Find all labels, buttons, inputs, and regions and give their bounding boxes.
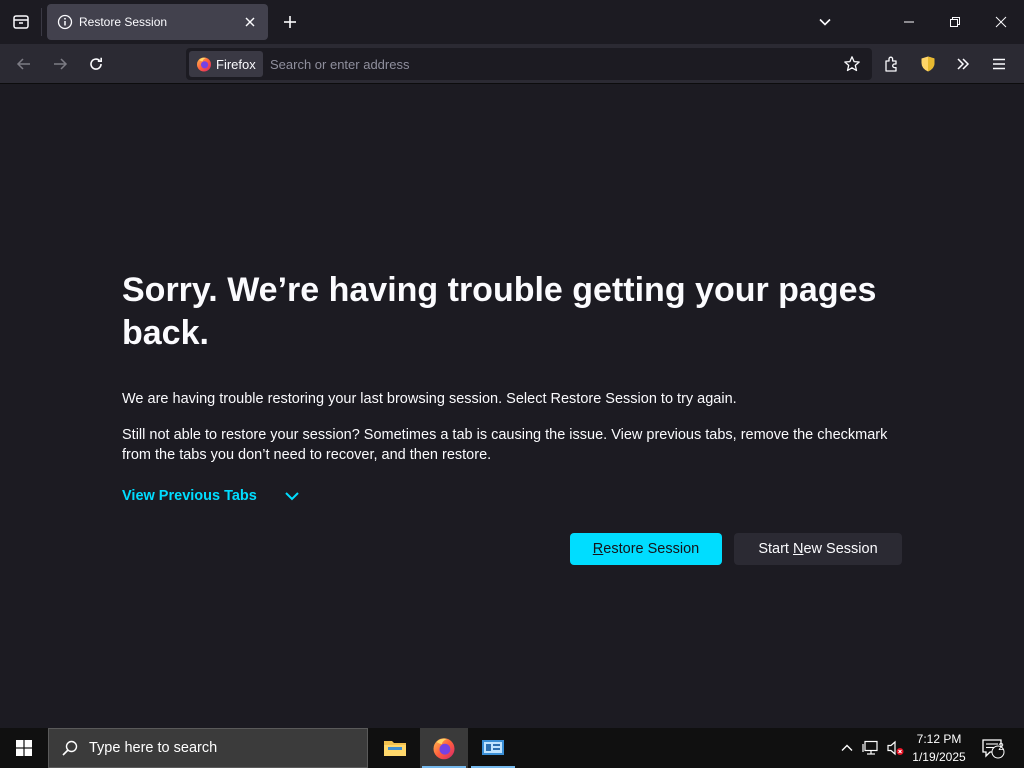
view-previous-tabs-label: View Previous Tabs — [122, 488, 257, 504]
taskbar-control-panel[interactable] — [469, 728, 517, 768]
app-menu-button[interactable] — [983, 48, 1015, 80]
more-tools-button[interactable] — [947, 48, 979, 80]
close-window-button[interactable] — [978, 0, 1024, 44]
start-new-session-button[interactable]: Start New Session — [734, 533, 902, 565]
chevron-down-icon — [285, 492, 299, 501]
bookmark-star-button[interactable] — [838, 51, 866, 77]
url-bar[interactable]: Firefox — [186, 48, 872, 80]
reload-icon — [90, 57, 102, 70]
new-session-label-accesskey: N — [793, 541, 804, 557]
clock-date: 1/19/2025 — [912, 750, 966, 764]
extensions-icon — [885, 56, 897, 72]
restore-label-post: estore Session — [603, 541, 700, 557]
tab-list-icon — [13, 15, 29, 29]
new-tab-button[interactable] — [276, 8, 304, 36]
taskbar-firefox[interactable] — [420, 728, 468, 768]
hamburger-menu-icon — [993, 58, 1005, 70]
tab-title: Restore Session — [79, 15, 168, 29]
chevron-down-icon — [819, 18, 831, 26]
taskbar-search-placeholder: Type here to search — [89, 740, 218, 756]
minimize-button[interactable] — [886, 0, 932, 44]
taskbar-file-explorer[interactable] — [371, 728, 419, 768]
forward-button[interactable] — [44, 48, 76, 80]
shield-icon — [921, 56, 935, 72]
info-icon — [57, 14, 73, 30]
overflow-chevrons-icon — [957, 58, 970, 70]
taskbar-search-box[interactable]: Type here to search — [48, 728, 368, 768]
reload-button[interactable] — [80, 48, 112, 80]
restore-label-accesskey: R — [592, 541, 604, 557]
firefox-icon — [197, 57, 211, 72]
navigation-toolbar: Firefox — [0, 44, 1024, 84]
windows-start-icon — [16, 740, 32, 756]
control-panel-icon — [482, 740, 504, 755]
view-previous-tabs-toggle[interactable]: View Previous Tabs — [122, 485, 301, 507]
close-icon — [245, 17, 255, 27]
tab-strip: Restore Session — [0, 0, 1024, 44]
restore-session-button[interactable]: Restore Session — [570, 533, 722, 565]
extensions-button[interactable] — [876, 48, 908, 80]
volume-muted-icon — [887, 740, 904, 756]
clock-time: 7:12 PM — [916, 732, 962, 746]
action-center-button[interactable]: 2 — [978, 728, 1008, 768]
restore-window-button[interactable] — [932, 0, 978, 44]
page-content: Sorry. We’re having trouble getting your… — [0, 85, 1024, 728]
new-session-label-pre: Start — [758, 541, 793, 557]
description-paragraph: We are having trouble restoring your las… — [122, 391, 737, 407]
taskbar-clock[interactable]: 7:12 PM 1/19/2025 — [906, 730, 972, 766]
windows-taskbar: Type here to search 7:12 PM 1/19/2025 2 — [0, 728, 1024, 768]
identity-box[interactable]: Firefox — [189, 51, 263, 77]
identity-label: Firefox — [216, 56, 256, 72]
tab-close-button[interactable] — [238, 10, 262, 34]
star-icon — [844, 56, 860, 72]
back-arrow-icon — [16, 58, 30, 70]
chevron-up-icon — [841, 744, 853, 751]
tab-restore-session[interactable]: Restore Session — [47, 4, 268, 40]
plus-icon — [284, 16, 296, 28]
new-session-label-post: ew Session — [803, 541, 878, 557]
minimize-icon — [904, 21, 914, 23]
address-input[interactable] — [270, 51, 830, 77]
page-title: Sorry. We’re having trouble getting your… — [122, 271, 877, 352]
file-explorer-icon — [384, 741, 406, 756]
volume-tray-icon[interactable] — [884, 728, 906, 768]
back-button[interactable] — [8, 48, 40, 80]
show-hidden-icons-button[interactable] — [836, 728, 858, 768]
search-icon — [62, 740, 78, 756]
help-paragraph: Still not able to restore your session? … — [122, 427, 888, 463]
forward-arrow-icon — [54, 58, 68, 70]
firefox-icon — [433, 738, 455, 760]
ublock-extension-button[interactable] — [912, 48, 944, 80]
firefox-view-button[interactable] — [0, 0, 42, 44]
list-all-tabs-button[interactable] — [811, 8, 839, 36]
network-icon — [862, 740, 878, 755]
start-button[interactable] — [0, 728, 48, 768]
network-tray-icon[interactable] — [860, 728, 882, 768]
notification-count: 2 — [998, 742, 1004, 753]
close-icon — [995, 16, 1007, 28]
restore-window-icon — [950, 17, 960, 27]
